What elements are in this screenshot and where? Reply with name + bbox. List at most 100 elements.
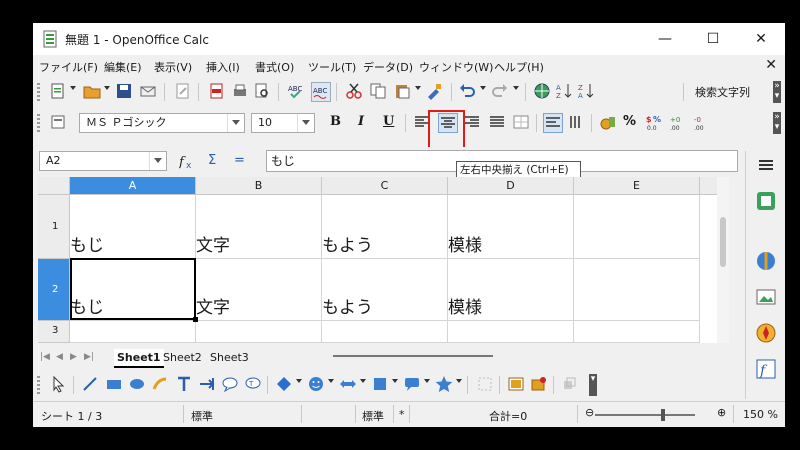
sheet-tab-2[interactable]: Sheet2 — [160, 349, 205, 366]
page-style[interactable]: 標準 — [191, 408, 213, 424]
save-icon[interactable] — [115, 82, 133, 100]
callouts-dropdown-icon[interactable] — [424, 379, 430, 383]
cell-e2[interactable] — [574, 259, 700, 321]
row-header-1[interactable]: 1 — [38, 195, 70, 259]
toolbar-overflow-icon[interactable]: » ▾ — [773, 112, 781, 134]
column-header-a[interactable]: A — [70, 177, 196, 195]
print-icon[interactable] — [231, 82, 249, 100]
cell-d2[interactable]: 模様 — [448, 259, 574, 321]
properties-icon[interactable] — [754, 189, 778, 213]
text-direction-icon[interactable] — [567, 113, 585, 131]
chevron-down-icon[interactable] — [297, 114, 314, 132]
callouts-icon[interactable] — [403, 375, 421, 393]
toolbar-grip[interactable] — [37, 83, 40, 101]
function-icon[interactable]: = — [234, 153, 245, 168]
menu-insert[interactable]: 挿入(I) — [206, 59, 240, 75]
sheet-tab-1[interactable]: Sheet1 — [114, 349, 164, 368]
align-right-icon[interactable] — [463, 113, 481, 131]
gallery-icon[interactable] — [754, 285, 778, 309]
horizontal-scrollbar[interactable] — [333, 355, 493, 357]
points-icon[interactable] — [476, 375, 494, 393]
gallery-draw-icon[interactable] — [530, 375, 548, 393]
freeform-line-icon[interactable] — [151, 375, 169, 393]
find-text-label[interactable]: 検索文字列 — [695, 84, 750, 100]
select-arrow-icon[interactable] — [49, 375, 67, 393]
undo-icon[interactable] — [458, 82, 476, 100]
cell-a3[interactable] — [70, 321, 196, 343]
basic-shapes-icon[interactable] — [275, 375, 293, 393]
font-name-box[interactable]: ＭＳ Ｐゴシック — [79, 113, 245, 133]
sum-icon[interactable]: Σ — [208, 153, 216, 168]
minimize-button[interactable]: — — [645, 26, 685, 52]
cut-icon[interactable] — [345, 82, 363, 100]
row-header-3[interactable]: 3 — [38, 321, 70, 343]
from-file-icon[interactable] — [507, 375, 525, 393]
vertical-scrollbar[interactable] — [717, 177, 729, 343]
menu-tools[interactable]: ツール(T) — [308, 59, 356, 75]
auto-spellcheck-icon[interactable]: ABC — [311, 82, 331, 102]
cell-c1[interactable]: もよう — [322, 195, 448, 259]
chevron-down-icon[interactable] — [149, 152, 166, 170]
cell-e1[interactable] — [574, 195, 700, 259]
merge-cells-icon[interactable] — [512, 113, 530, 131]
zoom-slider-knob[interactable] — [661, 409, 665, 421]
close-document-icon[interactable]: ✕ — [765, 57, 777, 73]
sort-ascending-icon[interactable]: AZ — [555, 82, 573, 100]
email-icon[interactable] — [139, 82, 157, 100]
sort-descending-icon[interactable]: ZA — [577, 82, 595, 100]
scroll-thumb[interactable] — [720, 217, 726, 267]
hyperlink-icon[interactable] — [533, 82, 551, 100]
callout-icon[interactable] — [221, 375, 239, 393]
add-decimal-icon[interactable]: +0.00 — [669, 113, 687, 131]
menu-format[interactable]: 書式(O) — [255, 59, 294, 75]
menu-view[interactable]: 表示(V) — [154, 59, 192, 75]
column-header-e[interactable]: E — [574, 177, 700, 195]
copy-icon[interactable] — [369, 82, 387, 100]
shapes-dropdown-icon[interactable] — [296, 379, 302, 383]
last-sheet-icon[interactable]: ▶| — [84, 352, 94, 362]
currency-format-icon[interactable] — [599, 113, 617, 131]
rectangle-icon[interactable] — [105, 375, 123, 393]
selection-mode[interactable]: 標準 — [362, 408, 384, 424]
menu-file[interactable]: ファイル(F) — [39, 59, 98, 75]
cell-c3[interactable] — [322, 321, 448, 343]
name-box[interactable]: A2 — [39, 151, 167, 171]
italic-button[interactable]: I — [358, 114, 364, 129]
print-preview-icon[interactable] — [253, 82, 271, 100]
zoom-out-icon[interactable]: ⊖ — [585, 406, 594, 419]
stars-icon[interactable] — [435, 375, 453, 393]
paste-dropdown-icon[interactable] — [415, 86, 421, 90]
prev-sheet-icon[interactable]: ◀ — [56, 352, 63, 362]
menu-data[interactable]: データ(D) — [363, 59, 413, 75]
cell-e3[interactable] — [574, 321, 700, 343]
wrap-text-icon[interactable] — [543, 113, 563, 133]
open-folder-icon[interactable] — [83, 82, 101, 100]
cell-b3[interactable] — [196, 321, 322, 343]
cell-d3[interactable] — [448, 321, 574, 343]
close-button[interactable]: ✕ — [741, 26, 781, 52]
styles-formatting-icon[interactable] — [49, 113, 67, 131]
styles-icon[interactable] — [754, 249, 778, 273]
symbol-shapes-icon[interactable] — [307, 375, 325, 393]
text-icon[interactable] — [175, 375, 193, 393]
arrows-dropdown-icon[interactable] — [360, 379, 366, 383]
open-dropdown-icon[interactable] — [104, 86, 110, 90]
fill-handle[interactable] — [193, 317, 198, 322]
flowchart-dropdown-icon[interactable] — [392, 379, 398, 383]
line-icon[interactable] — [81, 375, 99, 393]
column-header-b[interactable]: B — [196, 177, 322, 195]
sheet-tab-3[interactable]: Sheet3 — [207, 349, 252, 366]
maximize-button[interactable]: ☐ — [693, 26, 733, 52]
toolbar-grip[interactable] — [37, 376, 40, 394]
redo-icon[interactable] — [491, 82, 509, 100]
zoom-slider[interactable] — [595, 414, 695, 416]
spellcheck-icon[interactable]: ABC — [287, 82, 305, 100]
cell-c2[interactable]: もよう — [322, 259, 448, 321]
export-pdf-icon[interactable] — [208, 82, 226, 100]
justify-icon[interactable] — [488, 113, 506, 131]
flowchart-icon[interactable] — [371, 375, 389, 393]
block-arrows-icon[interactable] — [339, 375, 357, 393]
font-size-box[interactable]: 10 — [251, 113, 315, 133]
percent-button[interactable]: % — [623, 114, 636, 129]
cell-d1[interactable]: 模様 — [448, 195, 574, 259]
